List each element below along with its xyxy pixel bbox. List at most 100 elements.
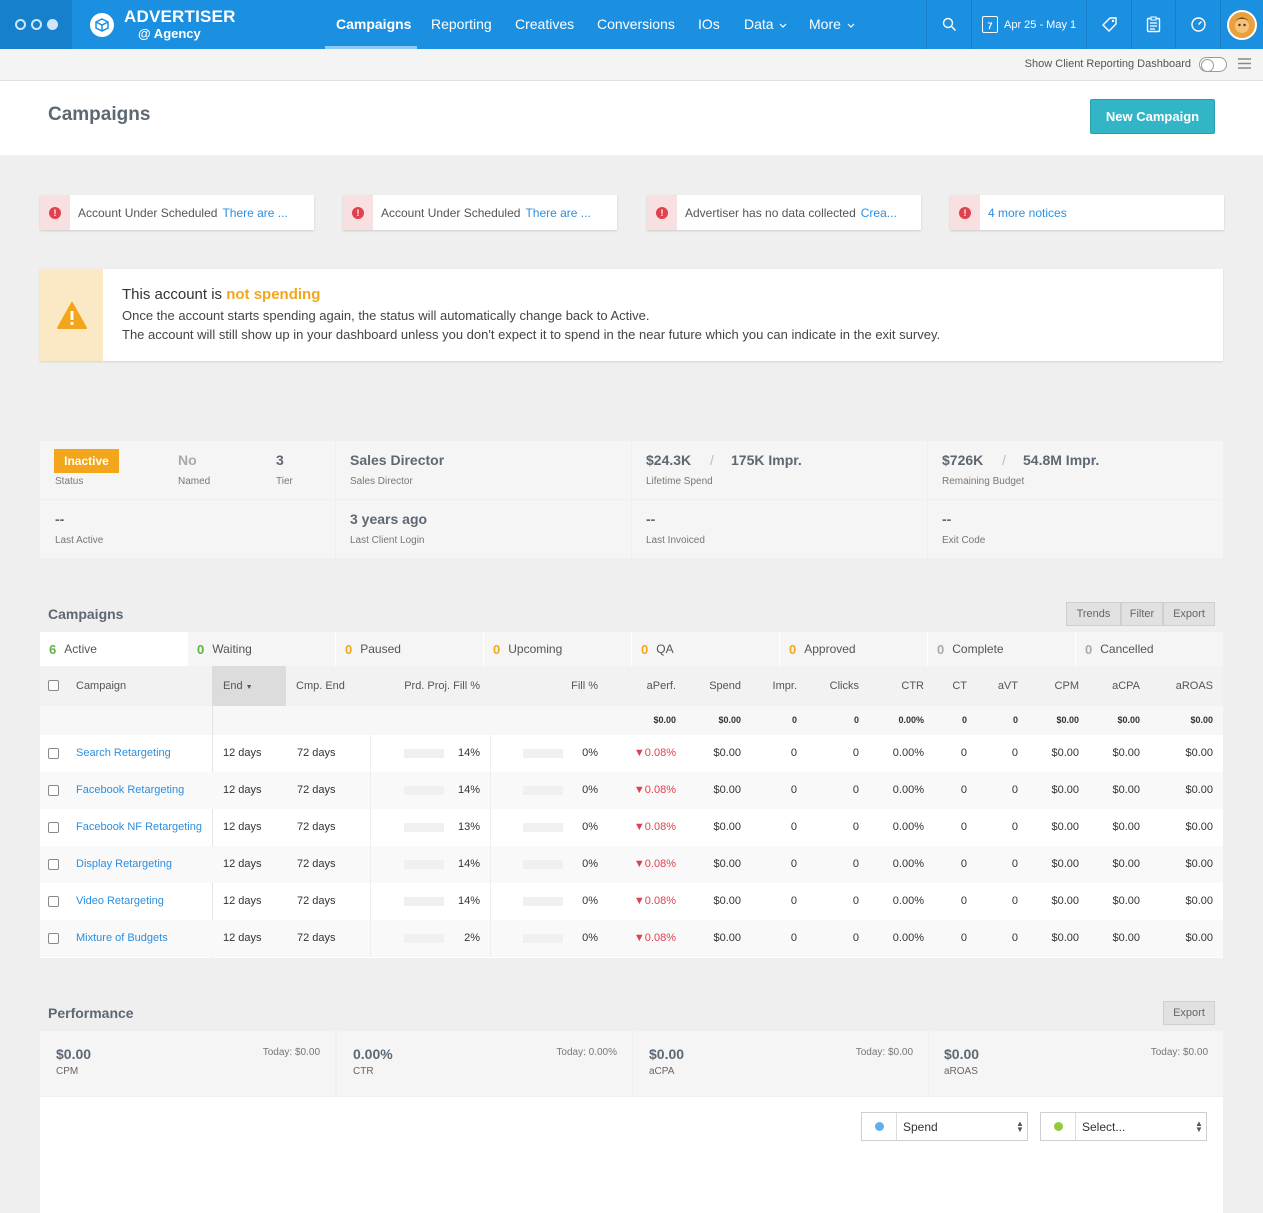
tab-qa[interactable]: 0 QA (632, 632, 780, 666)
campaign-name-link[interactable]: Display Retargeting (76, 846, 172, 883)
tab-label: Active (64, 642, 97, 656)
col-proj-fill[interactable]: Prd. Proj. Fill % (380, 666, 480, 706)
nav-campaigns[interactable]: Campaigns (336, 0, 411, 49)
fill-cell: 0% (582, 747, 598, 759)
fill-bar (523, 934, 563, 943)
lifetime-spend-label: Lifetime Spend (646, 476, 713, 487)
select-all-checkbox[interactable] (48, 680, 59, 691)
col-acpa[interactable]: aCPA (1090, 666, 1140, 706)
spend-cell: $0.00 (713, 895, 741, 907)
tab-waiting[interactable]: 0 Waiting (188, 632, 336, 666)
row-checkbox[interactable] (48, 748, 59, 759)
avt-cell: 0 (1011, 932, 1018, 944)
cell-divider (490, 846, 491, 883)
total-avt: 0 (1012, 715, 1018, 725)
total-ct: 0 (961, 715, 967, 725)
nav-creatives[interactable]: Creatives (515, 0, 574, 49)
row-checkbox[interactable] (48, 896, 59, 907)
acpa-cell: $0.00 (1112, 932, 1140, 944)
client-dashboard-toggle[interactable] (1199, 57, 1227, 72)
cmp-end-cell: 72 days (297, 821, 336, 833)
table-row: Display Retargeting 12 days 72 days 14% … (40, 846, 1223, 883)
notice-card[interactable]: ! Account Under Scheduled There are ... (40, 195, 314, 230)
col-aperf[interactable]: aPerf. (610, 666, 676, 706)
nav-reporting[interactable]: Reporting (431, 0, 492, 49)
metric-select-secondary[interactable]: Select... ▲ ▼ (1040, 1112, 1207, 1141)
tab-paused[interactable]: 0 Paused (336, 632, 484, 666)
campaign-name-link[interactable]: Mixture of Budgets (76, 920, 168, 957)
tag-button[interactable] (1087, 0, 1131, 49)
ct-cell: 0 (960, 932, 967, 944)
date-range-picker[interactable]: 7 Apr 25 - May 1 (982, 0, 1076, 49)
acpa-cell: $0.00 (1112, 821, 1140, 833)
row-checkbox[interactable] (48, 822, 59, 833)
col-ctr[interactable]: CTR (868, 666, 924, 706)
tab-upcoming[interactable]: 0 Upcoming (484, 632, 632, 666)
table-row: Facebook Retargeting 12 days 72 days 14%… (40, 772, 1223, 809)
gauge-icon (1190, 17, 1206, 32)
campaign-name-link[interactable]: Video Retargeting (76, 883, 164, 920)
col-campaign[interactable]: Campaign (76, 666, 126, 706)
notes-button[interactable] (1132, 0, 1175, 49)
cmp-end-cell: 72 days (297, 895, 336, 907)
filter-button[interactable]: Filter (1121, 602, 1163, 626)
col-end[interactable]: End ▼ (223, 666, 253, 706)
notice-link[interactable]: Crea... (861, 206, 897, 220)
search-button[interactable] (927, 0, 971, 49)
campaign-name-link[interactable]: Facebook NF Retargeting (76, 809, 202, 846)
campaign-name-link[interactable]: Facebook Retargeting (76, 772, 184, 809)
activity-button[interactable] (1176, 0, 1220, 49)
col-clicks[interactable]: Clicks (806, 666, 859, 706)
end-cell: 12 days (223, 821, 262, 833)
notice-link[interactable]: There are ... (525, 206, 590, 220)
notice-card[interactable]: ! Advertiser has no data collected Crea.… (647, 195, 921, 230)
more-notices-link[interactable]: 4 more notices (988, 206, 1067, 220)
col-cmp-end[interactable]: Cmp. End (296, 666, 345, 706)
app-switcher[interactable] (0, 0, 72, 49)
tab-label: Approved (804, 642, 856, 656)
col-aroas[interactable]: aROAS (1150, 666, 1213, 706)
hamburger-menu-icon[interactable] (1238, 58, 1251, 69)
calendar-day: 7 (987, 21, 993, 31)
nav-more[interactable]: More (809, 0, 855, 49)
col-spend[interactable]: Spend (685, 666, 741, 706)
metric-label: aROAS (944, 1066, 978, 1077)
more-notices-card[interactable]: ! 4 more notices (950, 195, 1224, 230)
summary-last-active-cell (40, 500, 335, 558)
aperf-cell: ▼0.08% (633, 932, 676, 944)
col-cpm[interactable]: CPM (1030, 666, 1079, 706)
row-checkbox[interactable] (48, 859, 59, 870)
notice-card[interactable]: ! Account Under Scheduled There are ... (343, 195, 617, 230)
tab-active[interactable]: 6 Active (40, 632, 188, 666)
metric-label: aCPA (649, 1066, 675, 1077)
alert-icon: ! (950, 195, 980, 230)
nav-data[interactable]: Data (744, 0, 787, 49)
metric-select-primary[interactable]: Spend ▲ ▼ (861, 1112, 1028, 1141)
notice-link[interactable]: There are ... (222, 206, 287, 220)
col-ct[interactable]: CT (930, 666, 967, 706)
aperf-cell: ▼0.08% (633, 858, 676, 870)
fill-bar (523, 823, 563, 832)
col-impr[interactable]: Impr. (745, 666, 797, 706)
export-button[interactable]: Export (1163, 602, 1215, 626)
fill-cell: 0% (582, 932, 598, 944)
row-checkbox[interactable] (48, 785, 59, 796)
avt-cell: 0 (1011, 747, 1018, 759)
remaining-impr-value: 54.8M Impr. (1023, 452, 1100, 468)
tab-cancelled[interactable]: 0 Cancelled (1076, 632, 1223, 666)
performance-export-button[interactable]: Export (1163, 1001, 1215, 1025)
campaign-name-link[interactable]: Search Retargeting (76, 735, 171, 772)
total-acpa: $0.00 (1117, 715, 1140, 725)
tab-complete[interactable]: 0 Complete (928, 632, 1076, 666)
col-fill[interactable]: Fill % (530, 666, 598, 706)
col-avt[interactable]: aVT (980, 666, 1018, 706)
total-cpm: $0.00 (1056, 715, 1079, 725)
user-avatar[interactable] (1227, 10, 1257, 40)
new-campaign-button[interactable]: New Campaign (1090, 99, 1215, 134)
nav-ios[interactable]: IOs (698, 0, 720, 49)
cmp-end-cell: 72 days (297, 858, 336, 870)
trends-button[interactable]: Trends (1066, 602, 1121, 626)
nav-conversions[interactable]: Conversions (597, 0, 675, 49)
tab-approved[interactable]: 0 Approved (780, 632, 928, 666)
row-checkbox[interactable] (48, 933, 59, 944)
